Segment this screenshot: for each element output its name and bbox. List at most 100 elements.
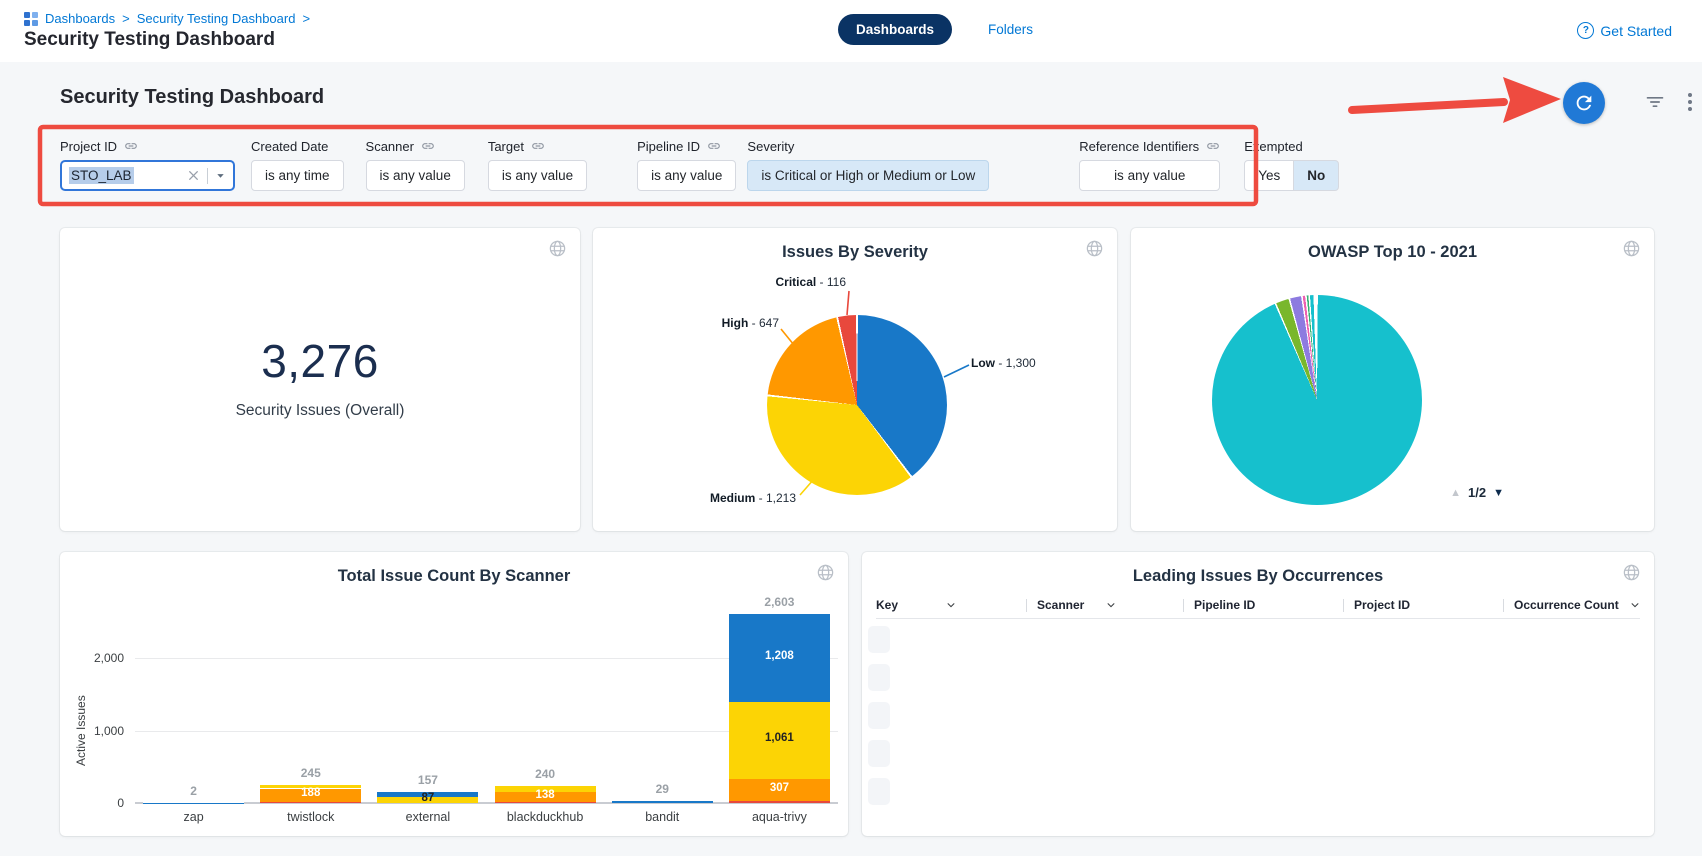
y-tick-label: 0 <box>62 796 124 810</box>
column-divider <box>1026 599 1027 612</box>
column-header-key[interactable]: Key <box>876 592 1026 618</box>
x-tick-label-zap: zap <box>135 810 253 824</box>
column-divider <box>1503 599 1504 612</box>
filter-value-severity[interactable]: is Critical or High or Medium or Low <box>747 160 989 191</box>
page-up-icon[interactable]: ▲ <box>1450 487 1461 499</box>
divider <box>207 168 208 184</box>
bar-segment-external-medium[interactable] <box>377 797 478 803</box>
bar-total-label-bandit: 29 <box>612 782 713 796</box>
bar-segment-twistlock-high[interactable] <box>260 789 361 803</box>
filter-input-project-id[interactable]: STO_LAB <box>60 160 235 191</box>
filter-value-target[interactable]: is any value <box>488 160 587 191</box>
filter-label-pipeline-id: Pipeline ID <box>637 138 736 154</box>
card-issues-by-severity: Issues By Severity Low - 1,300Medium - 1… <box>593 228 1117 531</box>
x-tick-label-twistlock: twistlock <box>252 810 370 824</box>
get-started-link[interactable]: ? Get Started <box>1577 22 1672 39</box>
y-tick-label: 1,000 <box>62 724 124 738</box>
sort-chevron-icon[interactable] <box>1106 600 1116 610</box>
breadcrumb: Dashboards>Security Testing Dashboard> <box>24 11 310 26</box>
pie-slice-label-high: High - 647 <box>722 316 779 330</box>
breadcrumb-separator: > <box>302 11 310 26</box>
filter-input-value[interactable]: STO_LAB <box>69 167 134 184</box>
bar-segment-blackduckhub-critical[interactable] <box>495 802 596 803</box>
help-icon: ? <box>1577 22 1594 39</box>
table-row-placeholder <box>868 778 890 805</box>
chevron-down-icon[interactable] <box>215 170 226 181</box>
stat-value: 3,276 <box>261 334 379 388</box>
clear-icon[interactable] <box>187 169 200 182</box>
filter-label-text: Exempted <box>1244 139 1303 154</box>
filter-label-text: Pipeline ID <box>637 139 700 154</box>
bar-segment-aqua-trivy-medium[interactable] <box>729 702 830 779</box>
filter-value-created-date[interactable]: is any time <box>251 160 344 191</box>
sort-chevron-icon[interactable] <box>946 600 956 610</box>
bar-segment-external-low[interactable] <box>377 792 478 797</box>
column-header-project-id[interactable]: Project ID <box>1343 592 1503 618</box>
bar-segment-aqua-trivy-high[interactable] <box>729 779 830 801</box>
dashboard-filter-icon[interactable] <box>1644 92 1666 117</box>
column-header-scanner[interactable]: Scanner <box>1026 592 1183 618</box>
link-icon <box>531 139 545 153</box>
filter-value-reference-identifiers[interactable]: is any value <box>1079 160 1220 191</box>
filter-label-scanner: Scanner <box>366 138 465 154</box>
filter-pipeline-id: Pipeline ID is any value <box>637 138 736 191</box>
page-down-icon[interactable]: ▼ <box>1493 487 1504 499</box>
filter-project-id: Project ID STO_LAB <box>60 138 235 191</box>
tab-dashboards[interactable]: Dashboards <box>838 14 952 45</box>
bar-total-label-blackduckhub: 240 <box>495 767 596 781</box>
globe-icon <box>1622 239 1641 263</box>
dashboards-grid-icon <box>24 12 38 26</box>
column-label: Key <box>876 598 898 612</box>
tab-folders[interactable]: Folders <box>988 22 1033 37</box>
filter-label-created-date: Created Date <box>251 138 344 154</box>
bar-segment-bandit-low[interactable] <box>612 801 713 803</box>
bar-segment-zap-low[interactable] <box>143 803 244 804</box>
sort-chevron-icon[interactable] <box>1630 600 1640 610</box>
more-options-icon[interactable] <box>1678 90 1702 119</box>
card-owasp-top-10: OWASP Top 10 - 2021 ▲ 1/2 ▼ <box>1131 228 1654 531</box>
filter-value-scanner[interactable]: is any value <box>366 160 465 191</box>
bar-segment-aqua-trivy-low[interactable] <box>729 614 830 702</box>
refresh-button[interactable] <box>1563 82 1605 124</box>
filter-label-text: Project ID <box>60 139 117 154</box>
issues-by-severity-pie[interactable] <box>767 315 947 495</box>
refresh-icon <box>1573 92 1595 114</box>
header-tabs: Dashboards Folders <box>838 14 1033 45</box>
bar-total-label-aqua-trivy: 2,603 <box>729 595 830 609</box>
toggle-option-yes[interactable]: Yes <box>1244 160 1294 191</box>
x-tick-label-aqua-trivy: aqua-trivy <box>720 810 838 824</box>
bar-segment-blackduckhub-high[interactable] <box>495 792 596 802</box>
y-tick-label: 2,000 <box>62 651 124 665</box>
stat-block: 3,276 Security Issues (Overall) <box>60 222 580 531</box>
stat-label: Security Issues (Overall) <box>236 402 405 420</box>
column-header-occurrence-count[interactable]: Occurrence Count <box>1503 592 1640 618</box>
bar-segment-twistlock-critical[interactable] <box>260 802 361 803</box>
owasp-top-10-pie[interactable] <box>1212 295 1422 505</box>
filter-target: Targetis any value <box>488 138 587 191</box>
card-leading-issues-by-occurrences: Leading Issues By Occurrences KeyScanner… <box>862 552 1654 836</box>
security-testing-dashboard-page: Dashboards>Security Testing Dashboard> S… <box>0 0 1702 856</box>
column-label: Pipeline ID <box>1194 598 1255 612</box>
breadcrumb-link-dashboards[interactable]: Dashboards <box>45 11 115 26</box>
bar-segment-twistlock-medium[interactable] <box>260 785 361 788</box>
column-label: Project ID <box>1354 598 1410 612</box>
filter-toggle-exempted: YesNo <box>1244 160 1339 191</box>
pie-pagination: ▲ 1/2 ▼ <box>1450 485 1504 500</box>
filter-value-pipeline-id[interactable]: is any value <box>637 160 736 191</box>
bar-segment-blackduckhub-medium[interactable] <box>495 786 596 792</box>
card-total-issue-count-by-scanner: Total Issue Count By Scanner Active Issu… <box>60 552 848 836</box>
bar-segment-aqua-trivy-critical[interactable] <box>729 801 830 803</box>
link-icon <box>421 139 435 153</box>
page-title: Security Testing Dashboard <box>24 29 275 51</box>
table-row-placeholder <box>868 626 890 653</box>
filter-bar: Project ID STO_LAB Created Date is any time… <box>60 138 1339 191</box>
breadcrumb-link-security-testing-dashboard[interactable]: Security Testing Dashboard <box>137 11 296 26</box>
toggle-option-no[interactable]: No <box>1293 160 1339 191</box>
column-label: Scanner <box>1037 598 1084 612</box>
filter-reference-identifiers: Reference Identifiersis any value <box>1079 138 1220 191</box>
x-tick-label-blackduckhub: blackduckhub <box>486 810 604 824</box>
card-security-issues-overall: 3,276 Security Issues (Overall) <box>60 228 580 531</box>
column-header-pipeline-id[interactable]: Pipeline ID <box>1183 592 1343 618</box>
filter-created-date: Created Date is any time <box>251 138 344 191</box>
globe-icon <box>1622 563 1641 587</box>
